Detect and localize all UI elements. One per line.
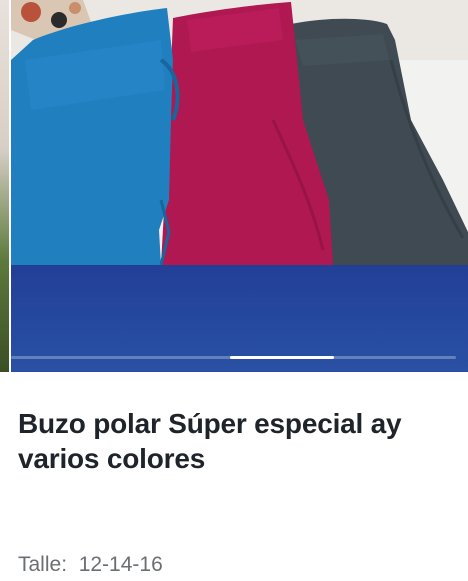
image-carousel[interactable] (0, 0, 468, 372)
product-detail-page: Buzo polar Súper especial ay varios colo… (0, 0, 468, 581)
size-label: Talle: (18, 553, 68, 576)
carousel-pager-active (230, 356, 334, 359)
product-title: Buzo polar Súper especial ay varios colo… (18, 408, 402, 474)
previous-slide-peek[interactable] (0, 0, 11, 372)
size-value: 12-14-16 (78, 553, 163, 576)
carousel-slide[interactable] (11, 0, 468, 372)
carousel-pager[interactable] (11, 356, 456, 359)
size-info: Talle: 12-14-16 (18, 552, 163, 578)
